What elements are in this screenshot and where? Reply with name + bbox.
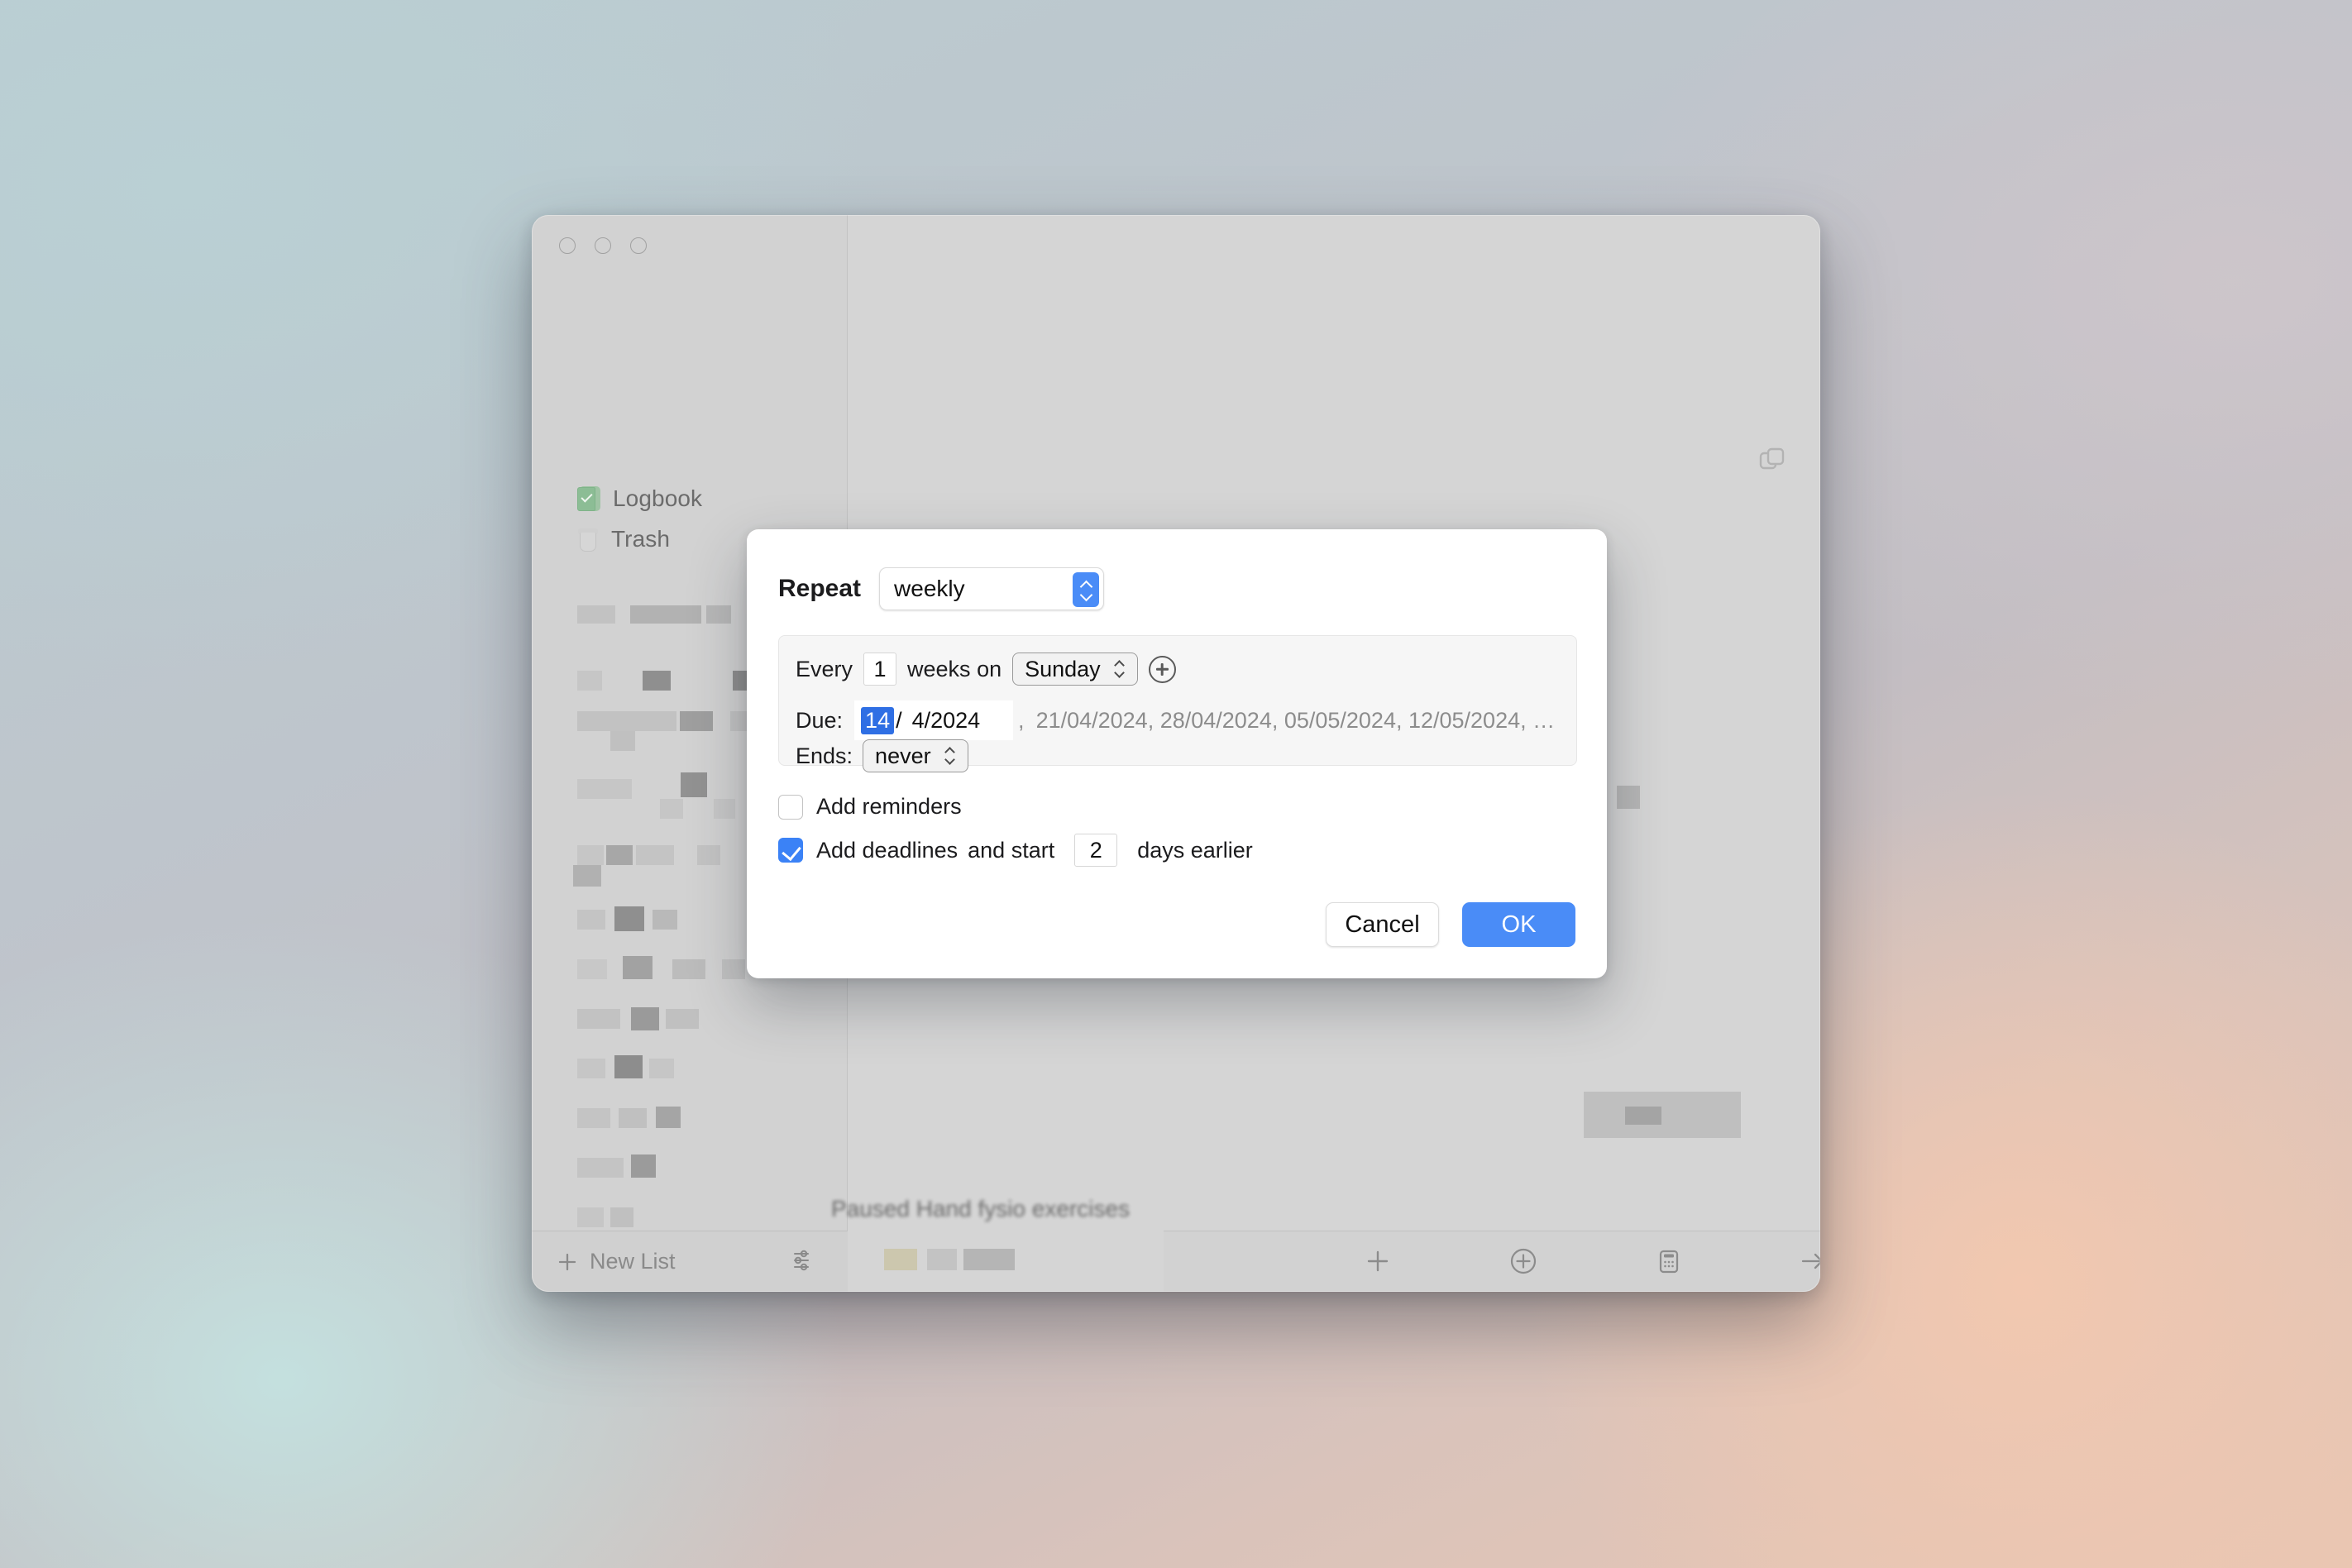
interval-row: Every 1 weeks on Sunday	[796, 653, 1176, 686]
add-deadlines-label: Add deadlines	[816, 837, 958, 863]
sliders-button[interactable]	[790, 1249, 813, 1272]
due-day-segment[interactable]: 14	[861, 706, 895, 734]
repeat-label: Repeat	[778, 575, 862, 602]
add-deadlines-row[interactable]: Add deadlines and start 2 days earlier	[778, 834, 1253, 867]
ends-select[interactable]: never	[863, 739, 968, 772]
logbook-icon	[577, 486, 600, 511]
sidebar-item-label: Trash	[611, 526, 671, 552]
repeat-frequency-value: weekly	[894, 576, 965, 601]
weekday-value: Sunday	[1025, 656, 1101, 681]
sidebar-item-trash[interactable]: Trash	[577, 526, 670, 552]
sliders-icon	[794, 1250, 809, 1271]
occurrence-list: 21/04/2024, 28/04/2024, 05/05/2024, 12/0…	[1035, 707, 1556, 733]
add-deadlines-checkbox[interactable]	[778, 838, 803, 863]
ok-button[interactable]: OK	[1462, 902, 1575, 947]
plus-icon	[1367, 1250, 1389, 1272]
unit-label: weeks on	[907, 656, 1002, 681]
chevron-updown-icon	[944, 745, 958, 767]
due-month-year-segment[interactable]: 4/2024	[904, 708, 981, 734]
arrow-right-icon	[1801, 1253, 1820, 1269]
ends-label: Ends:	[796, 743, 853, 768]
panels-icon[interactable]	[1759, 447, 1787, 475]
days-earlier-label: days earlier	[1137, 837, 1253, 863]
repeat-row: Repeat weekly	[778, 567, 1105, 610]
due-row: Due: 14 / 4/2024 , 21/04/2024, 28/04/202…	[796, 700, 1555, 740]
schedule-panel: Every 1 weeks on Sunday Due: 14 / 4/2024…	[778, 635, 1577, 772]
days-earlier-input[interactable]: 2	[1074, 834, 1118, 867]
dialog-buttons: Cancel OK	[1326, 902, 1575, 947]
due-separator: /	[896, 707, 902, 733]
new-list-label: New List	[590, 1249, 676, 1274]
and-start-label: and start	[968, 837, 1055, 863]
ends-row: Ends: never	[796, 739, 968, 772]
content-bottom-toolbar	[1164, 1231, 1820, 1292]
plus-icon	[558, 1253, 576, 1270]
add-weekday-button[interactable]	[1148, 655, 1176, 683]
due-date-input[interactable]: 14 / 4/2024	[854, 700, 1014, 740]
weekday-select[interactable]: Sunday	[1012, 653, 1138, 686]
repeat-frequency-select[interactable]: weekly	[879, 567, 1105, 610]
every-label: Every	[796, 656, 853, 681]
paused-task-text: Paused Hand fysio exercises	[831, 1196, 1131, 1221]
add-reminders-checkbox[interactable]	[778, 794, 803, 820]
schedule-button[interactable]	[1655, 1247, 1683, 1275]
chevron-updown-icon	[1113, 658, 1127, 680]
close-button[interactable]	[559, 237, 576, 254]
move-button[interactable]	[1799, 1247, 1820, 1275]
trash-icon	[577, 527, 599, 552]
sidebar-item-label: Logbook	[613, 485, 703, 511]
minimize-button[interactable]	[595, 237, 611, 254]
calendar-icon	[1659, 1250, 1679, 1274]
zoom-button[interactable]	[630, 237, 647, 254]
sidebar-bottom-toolbar: New List	[532, 1231, 848, 1292]
new-list-button[interactable]: New List	[557, 1249, 676, 1274]
add-reminders-label: Add reminders	[816, 794, 962, 819]
ends-value: never	[875, 743, 931, 768]
plus-circle-icon	[1510, 1248, 1537, 1274]
add-project-button[interactable]	[1509, 1247, 1537, 1275]
repeat-dialog: Repeat weekly Every 1 weeks on Sunday Du…	[747, 529, 1607, 978]
sidebar-item-logbook[interactable]: Logbook	[577, 485, 702, 512]
due-label: Due:	[796, 707, 844, 733]
add-reminders-row[interactable]: Add reminders	[778, 794, 962, 820]
chevron-updown-icon[interactable]	[1073, 572, 1100, 607]
interval-input[interactable]: 1	[863, 653, 897, 686]
add-todo-button[interactable]	[1364, 1247, 1392, 1275]
window-traffic-lights[interactable]	[559, 237, 647, 254]
occurrence-separator: ,	[1018, 707, 1025, 733]
cancel-button[interactable]: Cancel	[1326, 902, 1439, 947]
